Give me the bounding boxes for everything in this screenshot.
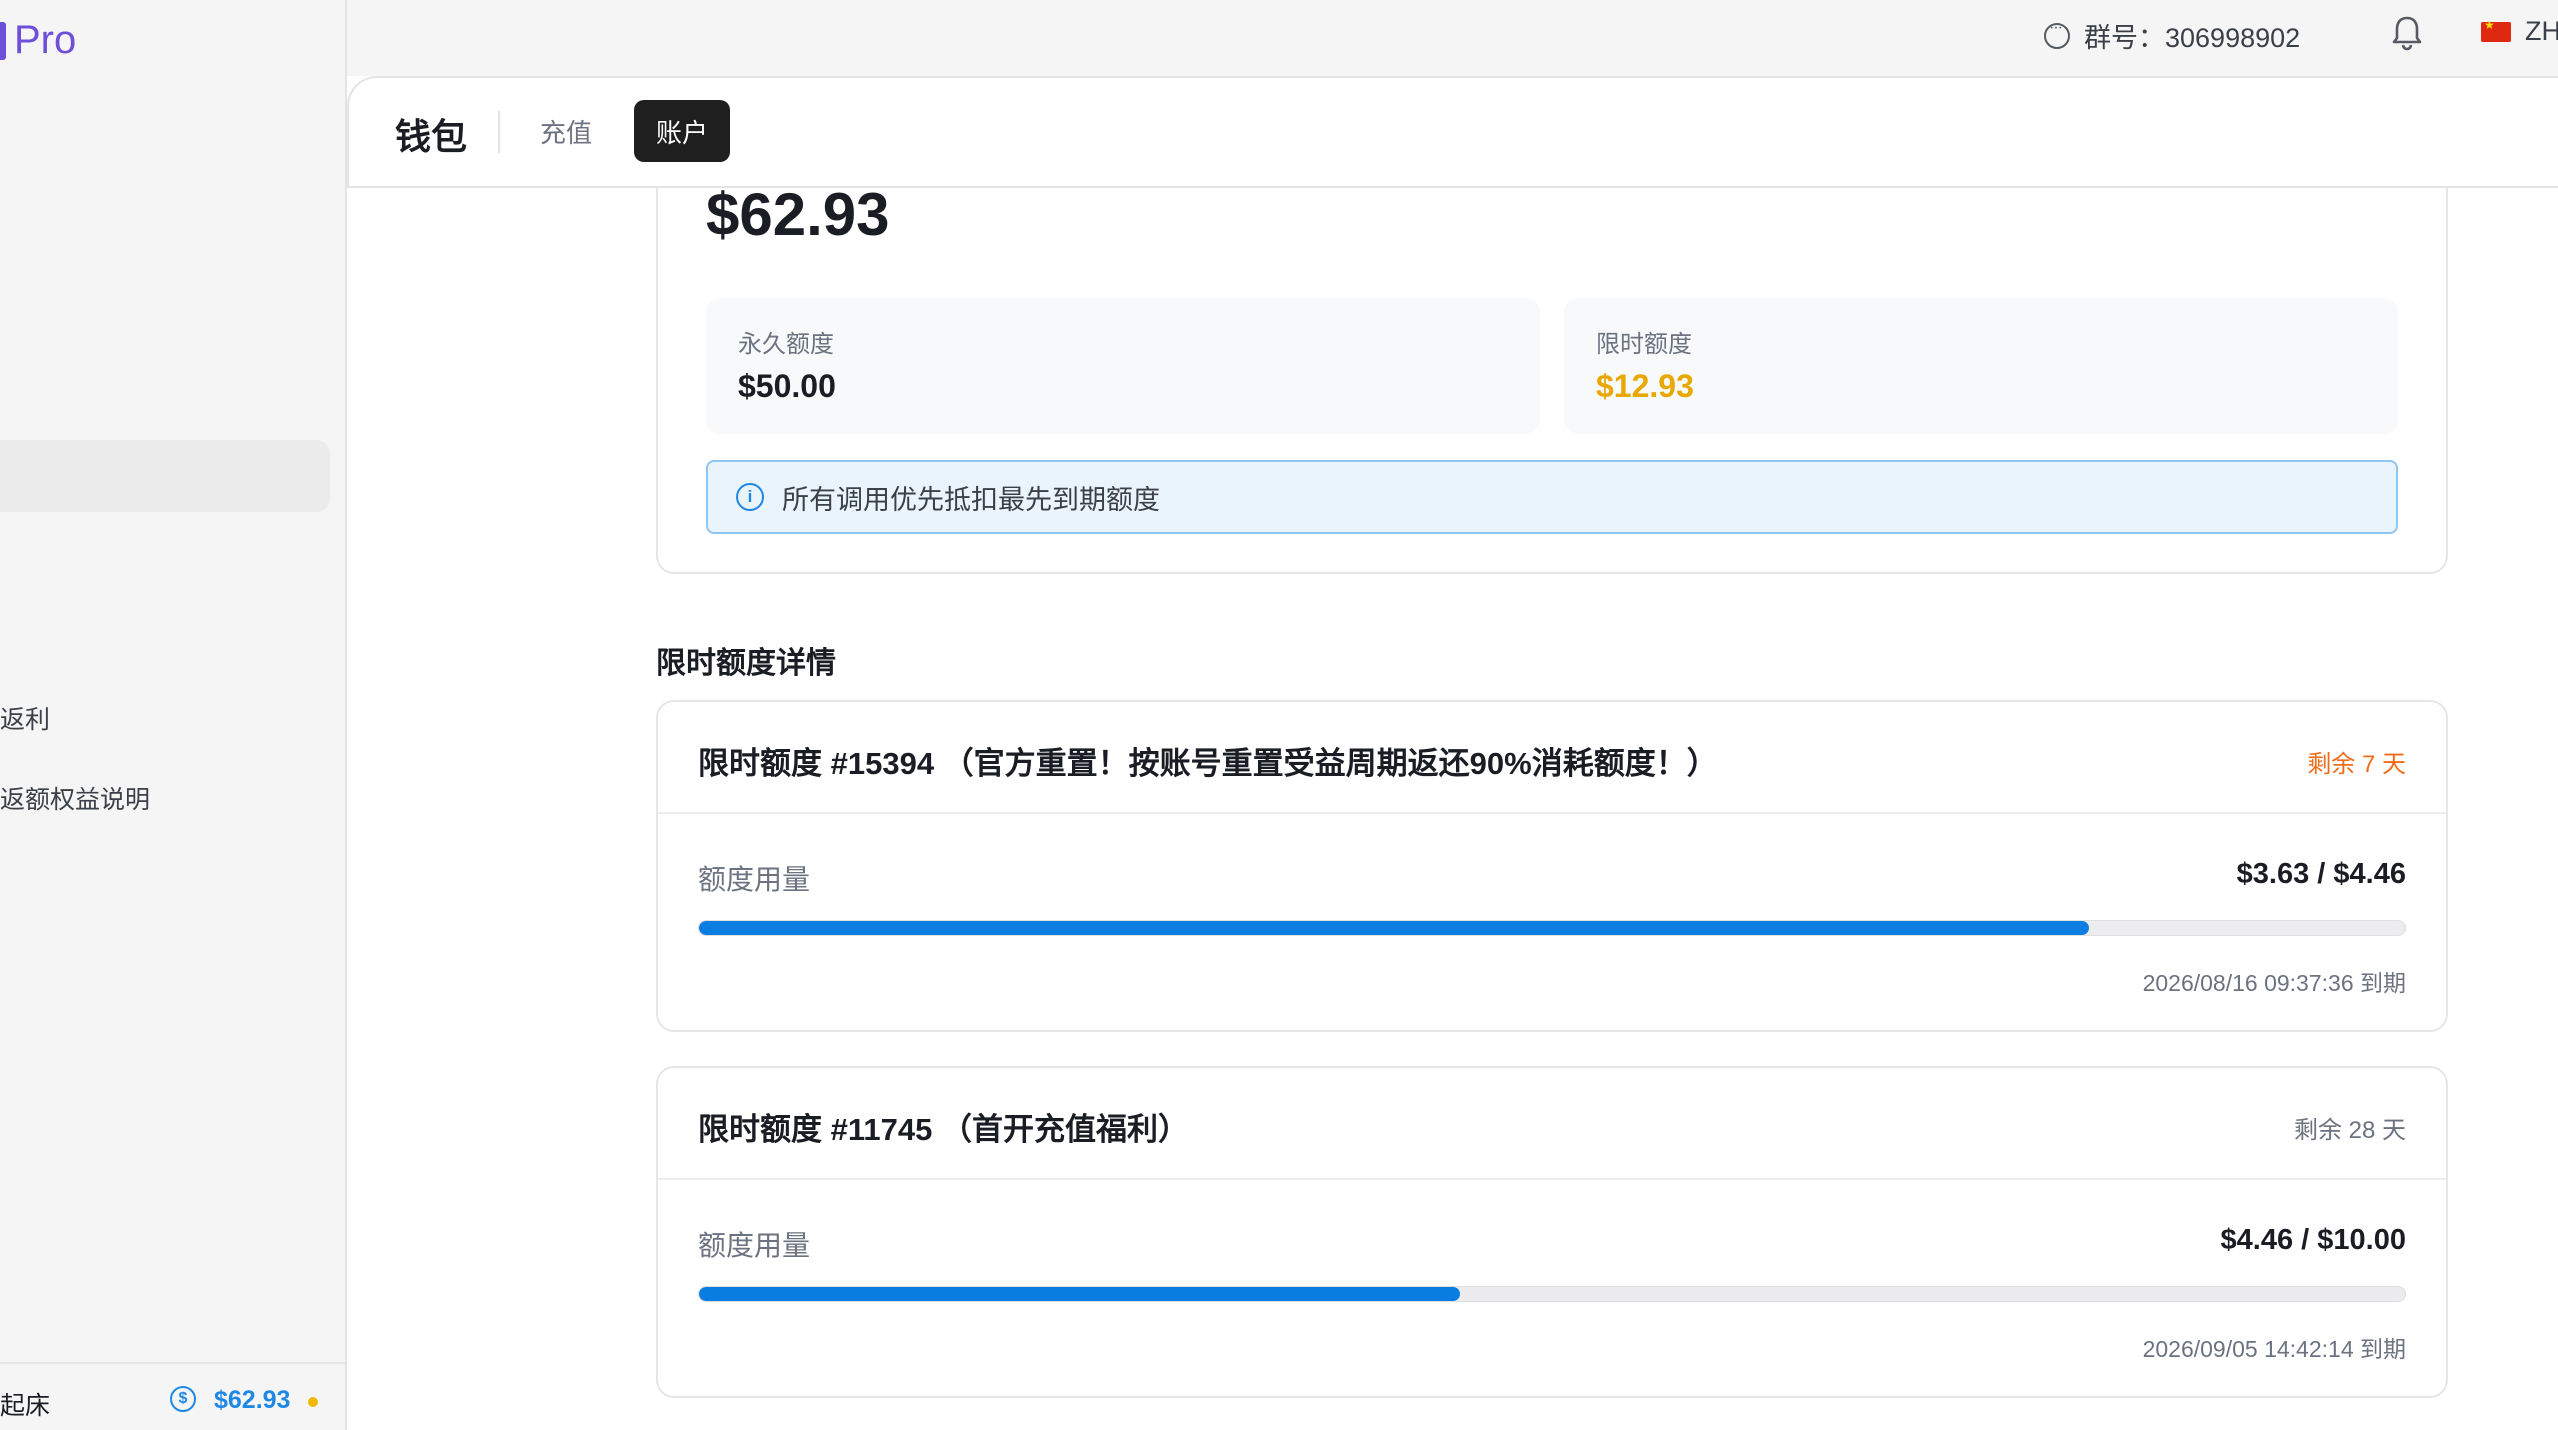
limited-quota-box: 限时额度 $12.93 <box>1564 298 2398 434</box>
quota-title: 限时额度 #15394 （官方重置！按账号重置受益周期返还90%消耗额度！） <box>698 746 1718 781</box>
usage-progress-fill <box>699 1287 1460 1301</box>
quota-detail-card: 限时额度 #11745 （首开充值福利） 剩余 28 天 额度用量 $4.46 … <box>656 1066 2448 1398</box>
footer-balance: $62.93 <box>214 1386 291 1414</box>
main-content: $62.93 永久额度 $50.00 限时额度 $12.93 i 所有调用优先抵… <box>347 188 2558 1430</box>
expiry-date: 2026/09/05 14:42:14 到期 <box>2142 1336 2406 1362</box>
page-header: 钱包 充值 账户 <box>347 76 2558 188</box>
usage-value: $3.63 / $4.46 <box>2236 858 2406 890</box>
group-number: 群号：306998902 <box>2084 23 2301 53</box>
usage-progress-bar <box>698 920 2406 936</box>
notice-text: 所有调用优先抵扣最先到期额度 <box>782 484 1160 515</box>
sidebar-item-rebate-benefits[interactable]: 返额权益说明 <box>0 780 150 816</box>
dollar-coin-icon: $ <box>170 1386 196 1412</box>
usage-progress-fill <box>699 921 2090 935</box>
tab-recharge[interactable]: 充值 <box>521 100 611 162</box>
permanent-quota-box: 永久额度 $50.00 <box>706 298 1540 434</box>
permanent-quota-label: 永久额度 <box>738 331 834 358</box>
tab-account[interactable]: 账户 <box>634 100 730 162</box>
limited-quota-label: 限时额度 <box>1596 331 1692 358</box>
limited-quota-value: $12.93 <box>1596 368 1694 404</box>
balance-card: $62.93 永久额度 $50.00 限时额度 $12.93 i 所有调用优先抵… <box>656 188 2448 574</box>
quota-detail-card: 限时额度 #15394 （官方重置！按账号重置受益周期返还90%消耗额度！） 剩… <box>656 700 2448 1032</box>
detail-card-header: 限时额度 #15394 （官方重置！按账号重置受益周期返还90%消耗额度！） 剩… <box>658 702 2446 814</box>
quota-title: 限时额度 #11745 （首开充值福利） <box>698 1112 1189 1147</box>
permanent-quota-value: $50.00 <box>738 368 836 404</box>
sidebar-footer[interactable]: 起床 $ $62.93 <box>0 1362 345 1430</box>
info-icon: i <box>736 483 764 511</box>
sidebar: Pro 返利 返额权益说明 起床 $ $62.93 <box>0 0 347 1430</box>
days-left-badge: 剩余 7 天 <box>2307 751 2406 778</box>
section-title: 限时额度详情 <box>656 647 836 680</box>
days-left-badge: 剩余 28 天 <box>2293 1117 2406 1144</box>
page-title: 钱包 <box>395 116 468 157</box>
bell-icon[interactable] <box>2390 14 2424 52</box>
usage-value: $4.46 / $10.00 <box>2220 1224 2406 1256</box>
detail-card-header: 限时额度 #11745 （首开充值福利） 剩余 28 天 <box>658 1068 2446 1180</box>
header-divider <box>498 111 500 153</box>
china-flag-icon <box>2481 18 2511 42</box>
logo-text: Pro <box>14 18 77 62</box>
usage-label: 额度用量 <box>698 1230 811 1261</box>
user-name: 起床 <box>0 1392 51 1420</box>
logo-mark-icon <box>0 21 6 60</box>
expiry-date: 2026/08/16 09:37:36 到期 <box>2142 970 2406 996</box>
usage-progress-bar <box>698 1286 2406 1302</box>
group-chat-info[interactable]: 群号：306998902 <box>2044 16 2300 55</box>
language-switcher[interactable]: ZH <box>2481 16 2558 47</box>
app-logo[interactable]: Pro <box>0 18 76 63</box>
sidebar-item-rebate[interactable]: 返利 <box>0 700 50 736</box>
chat-bubble-icon <box>2044 19 2070 49</box>
usage-label: 额度用量 <box>698 864 811 895</box>
total-balance: $62.93 <box>706 188 890 248</box>
top-bar: 群号：306998902 ZH <box>347 0 2558 76</box>
status-dot <box>308 1397 318 1407</box>
language-code: ZH <box>2525 16 2558 46</box>
deduction-notice: i 所有调用优先抵扣最先到期额度 <box>706 460 2398 534</box>
sidebar-active-item[interactable] <box>0 440 330 512</box>
